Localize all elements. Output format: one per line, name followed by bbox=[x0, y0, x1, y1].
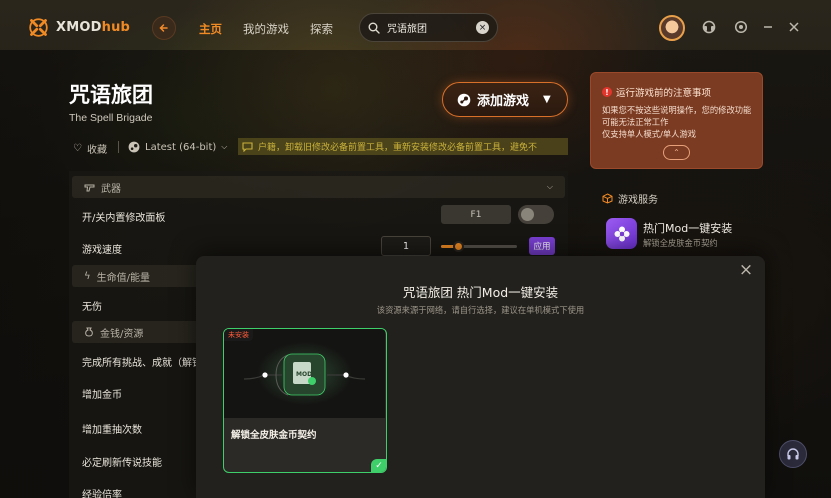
gun-icon bbox=[84, 184, 95, 191]
section-weapons[interactable]: 武器 ⌵ bbox=[72, 176, 565, 198]
headphones-icon bbox=[787, 448, 799, 460]
version-label: Latest (64-bit) bbox=[145, 141, 217, 153]
service-subtitle: 解锁全皮肤金币契约 bbox=[643, 238, 718, 248]
mod-card-banner: MOD bbox=[224, 329, 385, 418]
toggle-knob bbox=[521, 208, 534, 221]
mod-install-icon[interactable] bbox=[606, 218, 637, 249]
version-select[interactable]: Latest (64-bit) ⌵ bbox=[128, 141, 227, 153]
mod-connection-illustration: MOD bbox=[243, 353, 366, 396]
warning-line-3: 仅支持单人模式/单人游戏 bbox=[602, 129, 697, 139]
steam-small-icon bbox=[128, 141, 140, 153]
nav-my-games[interactable]: 我的游戏 bbox=[243, 21, 289, 37]
logo-text: XMODhub bbox=[56, 20, 131, 35]
not-installed-text: 未安装 bbox=[228, 331, 249, 339]
service-title: 游戏服务 bbox=[602, 191, 658, 206]
nav-home[interactable]: 主页 bbox=[199, 21, 222, 37]
row-game-speed: 游戏速度 bbox=[82, 245, 122, 256]
avatar[interactable] bbox=[659, 15, 685, 41]
modal-title: 咒语旅团 热门Mod一键安装 bbox=[402, 285, 559, 300]
mod-card-name: 解锁全皮肤金币契约 bbox=[231, 430, 317, 441]
add-game-button[interactable]: 添加游戏 ▼ bbox=[442, 82, 568, 117]
section-weapons-label: 武器 bbox=[101, 183, 121, 195]
service-name[interactable]: 热门Mod一键安装 bbox=[643, 220, 732, 236]
minimize-icon[interactable] bbox=[760, 19, 776, 35]
chevron-down-small-icon: ⌵ bbox=[221, 142, 228, 151]
notice-text: 户籍，卸载旧修改必备前置工具，重新安装修改必备前置工具，避免不 bbox=[258, 143, 538, 153]
add-game-label: 添加游戏 bbox=[477, 94, 530, 109]
back-button[interactable] bbox=[152, 16, 176, 40]
row-toggle-panel: 开/关内置修改面板 bbox=[82, 213, 166, 224]
chevron-down-icon: ⌵ bbox=[546, 182, 553, 191]
xmod-logo-icon bbox=[29, 18, 48, 37]
speed-input[interactable]: 1 bbox=[381, 236, 431, 256]
favorite-link[interactable]: ♡ 收藏 bbox=[73, 141, 107, 156]
hotkey-button[interactable]: F1 bbox=[441, 205, 511, 224]
row-refresh-legend: 必定刷新传说技能 bbox=[82, 458, 162, 469]
search-box: × bbox=[359, 13, 498, 42]
chat-icon bbox=[242, 141, 253, 152]
close-icon[interactable] bbox=[786, 19, 802, 35]
search-icon bbox=[368, 22, 380, 34]
warning-line-2: 可能无法正常工作 bbox=[602, 117, 669, 127]
toggle-switch[interactable] bbox=[518, 205, 554, 224]
not-installed-badge: 未安装 bbox=[224, 329, 253, 341]
row-add-gold: 增加金币 bbox=[82, 390, 122, 401]
speed-slider[interactable] bbox=[441, 241, 517, 252]
arrow-left-icon bbox=[159, 24, 168, 32]
row-invincible: 无伤 bbox=[82, 302, 102, 313]
row-complete-all: 完成所有挑战、成就（解锁 bbox=[82, 358, 202, 369]
steam-icon bbox=[457, 93, 471, 106]
checkmark-icon: ✓ bbox=[371, 459, 386, 472]
top-bar: XMODhub 主页 我的游戏 探索 × bbox=[0, 0, 831, 56]
nav-explore[interactable]: 探索 bbox=[310, 21, 333, 37]
row-reroll: 增加重抽次数 bbox=[82, 425, 142, 436]
svg-text:MOD: MOD bbox=[296, 371, 312, 378]
slider-thumb[interactable] bbox=[452, 241, 464, 252]
service-title-text: 游戏服务 bbox=[618, 195, 658, 206]
warning-title: ! 运行游戏前的注意事项 bbox=[602, 85, 711, 99]
close-icon[interactable]: × bbox=[738, 262, 754, 279]
money-bag-icon bbox=[85, 327, 93, 337]
game-subtitle: The Spell Brigade bbox=[69, 112, 153, 124]
flower-icon bbox=[614, 226, 629, 241]
apply-button[interactable]: 应用 bbox=[529, 237, 555, 255]
heart-icon: ♡ bbox=[73, 143, 82, 154]
support-button[interactable] bbox=[779, 440, 807, 468]
logo: XMODhub bbox=[28, 17, 130, 38]
cube-icon bbox=[602, 193, 613, 204]
mod-card[interactable]: MOD 未安装 解锁全皮肤金币契约 ✓ bbox=[223, 328, 387, 473]
expand-warning-button[interactable]: ⌃ bbox=[663, 145, 690, 160]
row-exp-rate: 经验倍率 bbox=[82, 490, 122, 498]
section-money-label: 金钱/资源 bbox=[100, 328, 144, 340]
notice-banner: 户籍，卸载旧修改必备前置工具，重新安装修改必备前置工具，避免不 bbox=[238, 138, 568, 155]
lightning-icon: ϟ bbox=[84, 270, 91, 282]
favorite-label: 收藏 bbox=[86, 145, 107, 156]
headset-icon[interactable] bbox=[701, 19, 717, 35]
game-title: 咒语旅团 bbox=[69, 83, 153, 107]
warning-title-text: 运行游戏前的注意事项 bbox=[616, 88, 712, 99]
warning-line-1: 如果您不按这些说明操作，您的修改功能 bbox=[602, 105, 752, 115]
modal-subtitle: 该资源来源于网络，请自行选择，建议在单机模式下使用 bbox=[376, 305, 585, 315]
alert-icon: ! bbox=[602, 87, 612, 97]
chevron-down-icon: ▼ bbox=[543, 94, 551, 105]
search-input[interactable] bbox=[387, 22, 471, 33]
section-health-label: 生命值/能量 bbox=[96, 272, 150, 284]
settings-icon[interactable] bbox=[733, 19, 749, 35]
clear-search-icon[interactable]: × bbox=[476, 21, 489, 34]
divider bbox=[118, 141, 119, 153]
